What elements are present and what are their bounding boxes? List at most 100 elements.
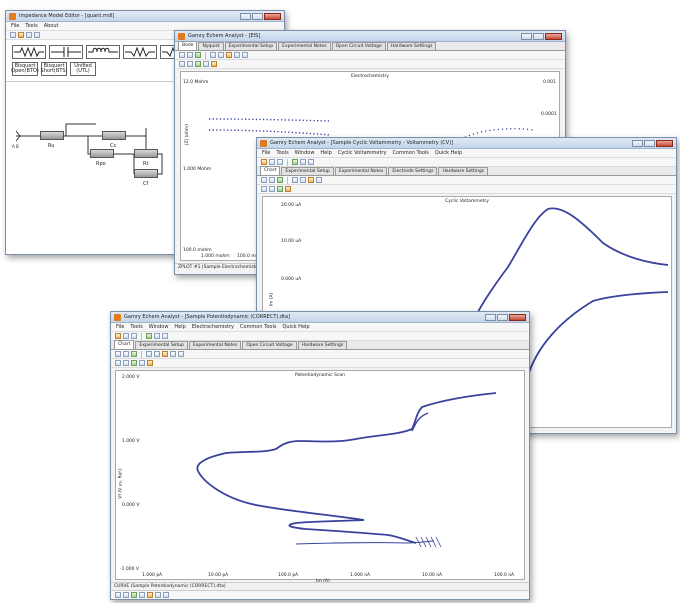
legend-icon[interactable] [218, 52, 224, 58]
tab-experimental-setup[interactable]: Experimental Setup [281, 167, 334, 175]
settings-icon[interactable] [178, 351, 184, 357]
menu-file[interactable]: File [262, 150, 270, 156]
tab-nyquist[interactable]: Nyquist [198, 42, 224, 50]
close-icon[interactable] [545, 32, 562, 40]
tab-bode[interactable]: Bode [178, 41, 198, 50]
tab-hardware[interactable]: Hardware Settings [438, 167, 489, 175]
tab-open-circuit[interactable]: Open Circuit Voltage [242, 341, 297, 349]
minimize-icon[interactable] [521, 32, 532, 40]
menu-quick-help[interactable]: Quick Help [435, 150, 462, 156]
minimize-icon[interactable] [240, 12, 251, 20]
settings-icon[interactable] [242, 52, 248, 58]
grid-icon[interactable] [210, 52, 216, 58]
menu-tools[interactable]: Tools [25, 23, 37, 29]
tab-open-circuit[interactable]: Open Circuit Voltage [331, 42, 386, 50]
copy-icon[interactable] [316, 177, 322, 183]
grid-icon[interactable] [292, 177, 298, 183]
warning-icon[interactable] [285, 186, 291, 192]
copy-icon[interactable] [155, 592, 161, 598]
menu-common-tools[interactable]: Common Tools [392, 150, 428, 156]
resistor-rpo[interactable] [90, 149, 114, 158]
chart-icon[interactable] [131, 592, 137, 598]
pan-icon[interactable] [123, 351, 129, 357]
cut-icon[interactable] [269, 186, 275, 192]
unified-button[interactable]: Unified (UTL) [70, 62, 96, 76]
cut-icon[interactable] [187, 61, 193, 67]
help-icon[interactable] [308, 159, 314, 165]
potentiodynamic-window[interactable]: Gamry Echem Analyst - [Sample Potentiody… [110, 311, 530, 600]
close-icon[interactable] [509, 313, 526, 321]
tab-hardware[interactable]: Hardware Settings [386, 42, 437, 50]
pd-plot-area[interactable]: Potentiodynamic Scan 2.000 V 1.000 V 0.0… [115, 370, 525, 584]
tab-chart[interactable]: Chart [260, 166, 281, 175]
open-folder-icon[interactable] [115, 333, 121, 339]
close-icon[interactable] [264, 12, 281, 20]
chart-icon[interactable] [292, 159, 298, 165]
menu-cyclic-voltammetry[interactable]: Cyclic Voltammetry [338, 150, 387, 156]
menu-window[interactable]: Window [149, 324, 169, 330]
capacitor-button[interactable] [49, 45, 83, 59]
minimize-icon[interactable] [632, 139, 643, 147]
inductor-button[interactable] [86, 45, 120, 59]
open-folder-icon[interactable] [261, 159, 267, 165]
menu-common-tools[interactable]: Common Tools [240, 324, 276, 330]
menu-help[interactable]: Help [174, 324, 185, 330]
save-icon[interactable] [123, 333, 129, 339]
cursor-icon[interactable] [277, 177, 283, 183]
menu-electrochemistry[interactable]: Electrochemistry [192, 324, 234, 330]
fit-icon[interactable] [179, 61, 185, 67]
maximize-icon[interactable] [252, 12, 263, 20]
first-icon[interactable] [115, 592, 121, 598]
cursor-icon[interactable] [131, 351, 137, 357]
chart-icon[interactable] [131, 360, 137, 366]
chart-icon[interactable] [277, 186, 283, 192]
export-icon[interactable] [226, 52, 232, 58]
export-icon[interactable] [162, 351, 168, 357]
help-icon[interactable] [162, 333, 168, 339]
legend-icon[interactable] [300, 177, 306, 183]
capacitor-cc[interactable] [102, 131, 126, 140]
bisquert-open-button[interactable]: Bisquert Open(BTO) [11, 62, 39, 76]
new-file-icon[interactable] [10, 32, 16, 38]
capacitor-cf[interactable] [134, 169, 158, 178]
resistor-button[interactable] [12, 45, 46, 59]
fit-icon[interactable] [261, 186, 267, 192]
model-editor-titlebar[interactable]: Impedance Model Editor - [quant.mdl] [6, 11, 284, 22]
warning-icon[interactable] [147, 360, 153, 366]
save-icon[interactable] [26, 32, 32, 38]
tab-electrode-settings[interactable]: Electrode Settings [388, 167, 438, 175]
menu-about[interactable]: About [44, 23, 59, 29]
copy-icon[interactable] [234, 52, 240, 58]
warburg-button[interactable] [123, 45, 157, 59]
menu-tools[interactable]: Tools [130, 324, 142, 330]
tab-experimental-setup[interactable]: Experimental Setup [224, 42, 278, 50]
minimize-icon[interactable] [485, 313, 496, 321]
warning-icon[interactable] [211, 61, 217, 67]
resistor-ru[interactable] [40, 131, 64, 140]
print-icon[interactable] [131, 333, 137, 339]
menu-help[interactable]: Help [320, 150, 331, 156]
tab-experimental-setup[interactable]: Experimental Setup [135, 341, 188, 349]
pan-icon[interactable] [187, 52, 193, 58]
menu-window[interactable]: Window [295, 150, 315, 156]
menu-file[interactable]: File [116, 324, 124, 330]
table-icon[interactable] [203, 61, 209, 67]
grid-icon[interactable] [146, 351, 152, 357]
menu-quick-help[interactable]: Quick Help [282, 324, 309, 330]
menu-tools[interactable]: Tools [276, 150, 288, 156]
print-icon[interactable] [34, 32, 40, 38]
table-icon[interactable] [154, 333, 160, 339]
close-icon[interactable] [656, 139, 673, 147]
pan-icon[interactable] [269, 177, 275, 183]
table-icon[interactable] [139, 360, 145, 366]
tab-hardware[interactable]: Hardware Settings [297, 341, 348, 349]
print-icon[interactable] [277, 159, 283, 165]
save-icon[interactable] [269, 159, 275, 165]
zoom-icon[interactable] [115, 351, 121, 357]
settings-icon[interactable] [163, 592, 169, 598]
fit-icon[interactable] [115, 360, 121, 366]
resistor-rt[interactable] [134, 149, 158, 158]
menu-file[interactable]: File [11, 23, 19, 29]
export-icon[interactable] [147, 592, 153, 598]
maximize-icon[interactable] [533, 32, 544, 40]
